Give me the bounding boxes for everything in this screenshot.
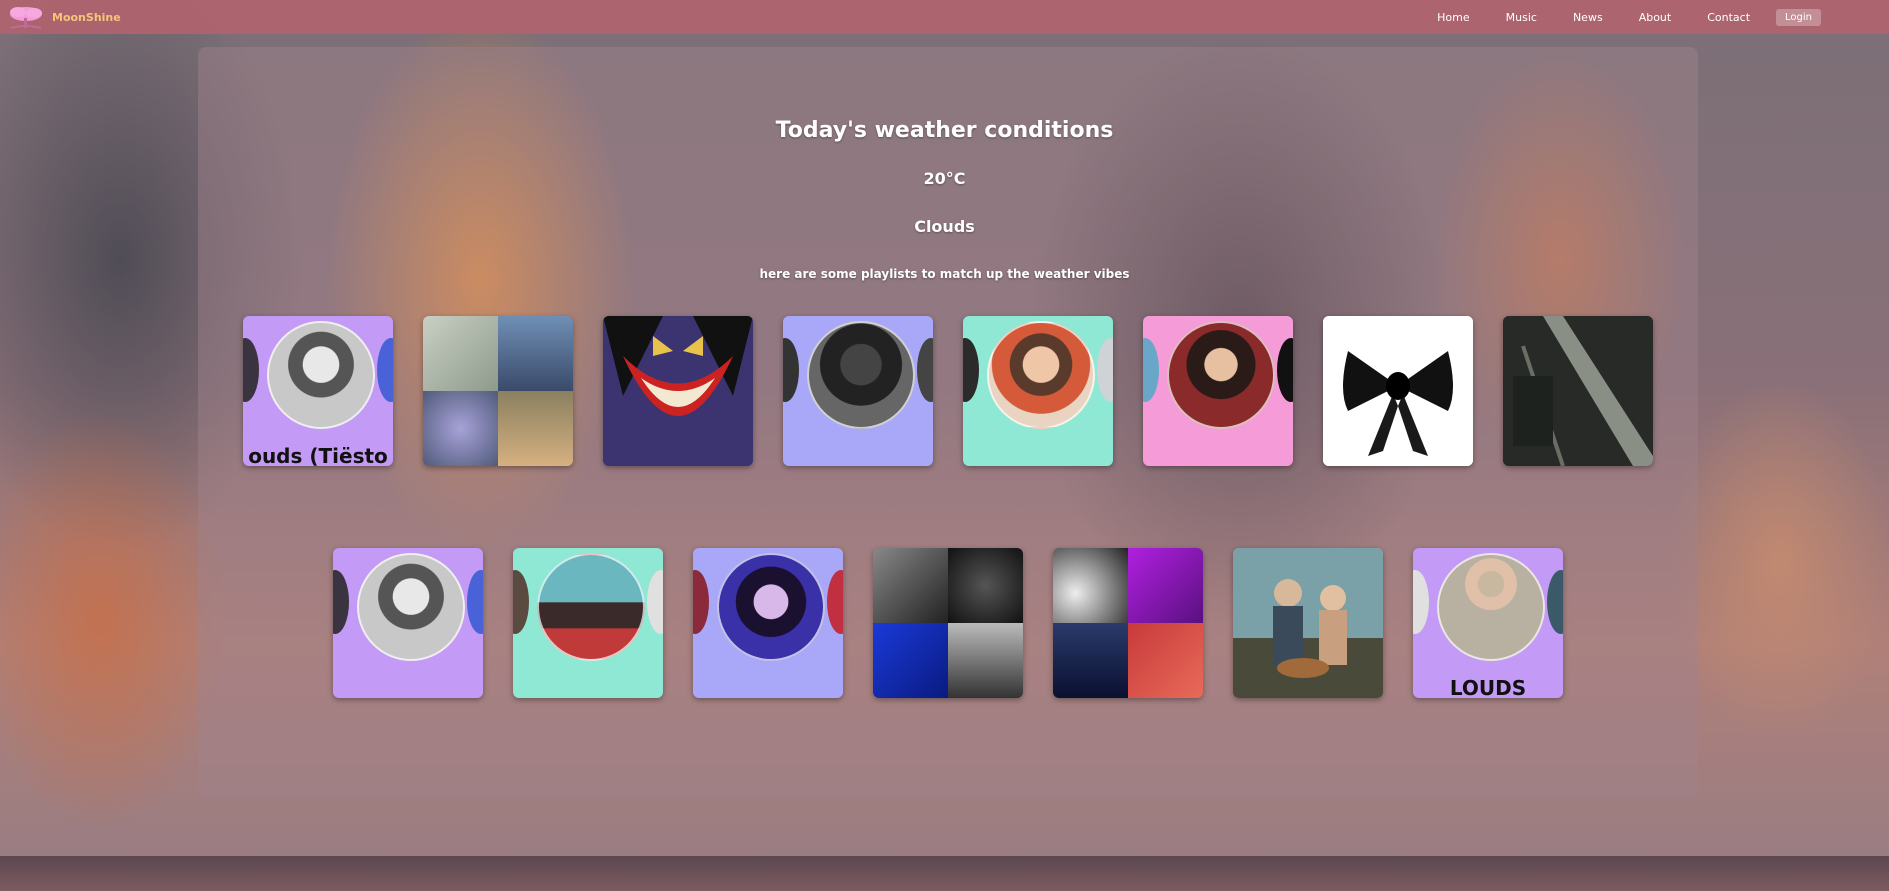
weather-title: Today's weather conditions [775,118,1114,143]
playlist-tile[interactable] [783,316,933,466]
artist-photo [693,570,709,634]
album-cover [498,316,573,391]
playlist-tile[interactable] [1323,316,1473,466]
playlist-caption: LOUDS [1449,676,1527,698]
album-cover [1053,623,1128,698]
nav-news-link[interactable]: News [1555,11,1621,24]
page-footer-strip [0,856,1889,891]
artist-photo [917,338,933,402]
nav-links: Home Music News About Contact Login [1419,0,1821,34]
artist-photo [1277,338,1293,402]
album-cover [498,391,573,466]
artist-photo [537,553,645,661]
playlist-tile[interactable] [513,548,663,698]
nav-about-link[interactable]: About [1621,11,1690,24]
playlist-tile[interactable] [1143,316,1293,466]
artist-photo [357,553,465,661]
artist-photo [783,338,799,402]
weather-condition: Clouds [914,217,975,236]
brand-name: MoonShine [52,10,121,24]
playlists-subtitle: here are some playlists to match up the … [759,267,1130,281]
artist-photo [333,570,349,634]
artist-photo [807,321,915,429]
playlist-tile[interactable]: LOUDS [1413,548,1563,698]
temperature-value: 20°C [923,169,966,188]
playlist-tile[interactable] [1233,548,1383,698]
artist-photo [1547,570,1563,634]
nav-home-link[interactable]: Home [1419,11,1487,24]
rail-photo-icon [1503,316,1653,466]
album-cover [423,391,498,466]
brand[interactable]: MoonShine [6,4,121,30]
playlist-tile[interactable] [1053,548,1203,698]
artist-photo [963,338,979,402]
artist-photo [827,570,843,634]
nav-contact-link[interactable]: Contact [1689,11,1768,24]
artist-photo [243,338,259,402]
cloud-tree-logo-icon [10,7,42,29]
artist-photo [267,321,375,429]
navbar: MoonShine Home Music News About Contact … [0,0,1889,34]
album-cover [873,548,948,623]
artist-photo [513,570,529,634]
playlist-caption: ouds (Tiësto [248,444,388,466]
black-bow-icon [1323,316,1473,466]
playlist-tile[interactable] [423,316,573,466]
movie-poster-icon [1233,548,1383,698]
playlist-tile[interactable] [603,316,753,466]
playlist-tile[interactable] [963,316,1113,466]
album-cover [948,548,1023,623]
artist-photo [647,570,663,634]
artist-photo [467,570,483,634]
album-cover [948,623,1023,698]
login-button[interactable]: Login [1776,8,1821,26]
artist-photo [1097,338,1113,402]
playlist-tile[interactable] [873,548,1023,698]
artist-photo [1437,553,1545,661]
playlist-tile[interactable] [333,548,483,698]
artist-photo [1413,570,1429,634]
artist-photo [377,338,393,402]
album-cover [873,623,948,698]
album-cover [423,316,498,391]
playlist-tile[interactable] [693,548,843,698]
artist-photo [1143,338,1159,402]
playlist-tile[interactable] [1503,316,1653,466]
album-cover [1128,623,1203,698]
artist-photo [717,553,825,661]
playlist-tile[interactable]: ouds (Tiësto [243,316,393,466]
album-cover [1053,548,1128,623]
album-cover [1128,548,1203,623]
artist-photo [1167,321,1275,429]
nav-music-link[interactable]: Music [1488,11,1555,24]
artist-photo [987,321,1095,429]
joker-artwork-icon [603,316,753,466]
